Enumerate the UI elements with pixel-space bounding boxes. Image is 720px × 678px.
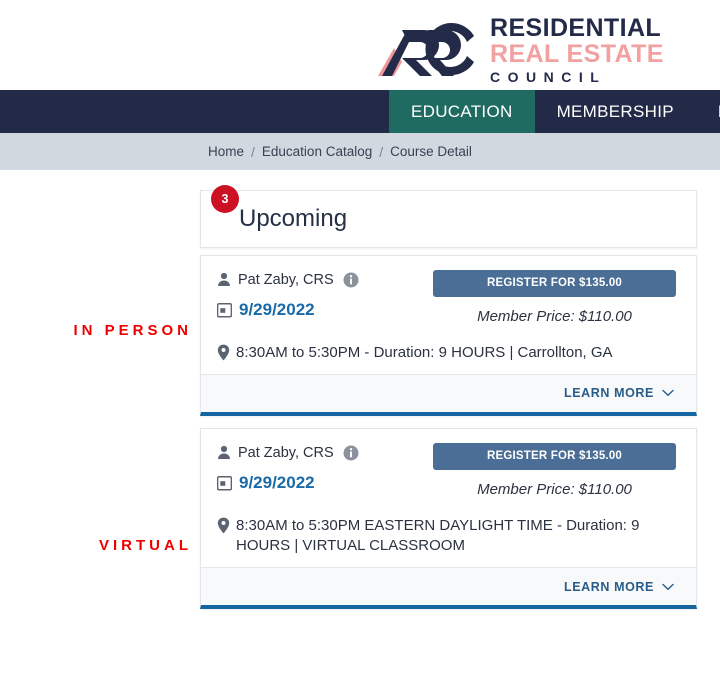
- main-navigation: EDUCATION MEMBERSHIP E: [0, 90, 720, 133]
- calendar-icon: [217, 303, 232, 318]
- breadcrumb-item-course-detail: Course Detail: [390, 144, 472, 159]
- instructor-line: Pat Zaby, CRS: [217, 272, 359, 288]
- session-date: 9/29/2022: [239, 472, 315, 492]
- info-icon[interactable]: [343, 445, 359, 461]
- chevron-down-icon: [662, 389, 674, 397]
- session-date-line: 9/29/2022: [217, 300, 359, 320]
- session-location: 8:30AM to 5:30PM EASTERN DAYLIGHT TIME -…: [236, 516, 640, 555]
- nav-item-education[interactable]: EDUCATION: [389, 90, 535, 133]
- instructor-name: Pat Zaby, CRS: [238, 272, 334, 288]
- session-date-line: 9/29/2022: [217, 473, 359, 493]
- session-location-line: 8:30AM to 5:30PM - Duration: 9 HOURS | C…: [217, 343, 677, 364]
- map-pin-icon: [217, 517, 230, 534]
- course-card-top-row: Pat Zaby, CRS 9/29/2022 REGISTER FOR $13…: [217, 270, 680, 325]
- person-icon: [218, 272, 230, 286]
- calendar-icon: [217, 475, 232, 491]
- session-location-line: 8:30AM to 5:30PM EASTERN DAYLIGHT TIME -…: [217, 516, 677, 557]
- learn-more-label: LEARN MORE: [563, 579, 654, 594]
- person-icon: [218, 445, 230, 459]
- course-sessions-column: 3 Upcoming Pat Zaby, CRS 9/29/2022 REGIS…: [200, 185, 697, 621]
- member-price: Member Price: $110.00: [477, 308, 632, 325]
- page-title: Upcoming: [239, 205, 348, 232]
- learn-more-toggle[interactable]: LEARN MORE: [564, 386, 674, 400]
- logo-line-1: RESIDENTIAL: [490, 14, 662, 42]
- session-date: 9/29/2022: [239, 300, 315, 319]
- course-card-body: Pat Zaby, CRS 9/29/2022 REGISTER FOR $13…: [201, 429, 696, 567]
- nav-item-events[interactable]: E: [696, 90, 720, 133]
- logo-line-3: COUNCIL: [490, 69, 607, 85]
- upcoming-section-header: 3 Upcoming: [200, 185, 697, 248]
- register-button[interactable]: REGISTER FOR $135.00: [433, 270, 676, 297]
- upcoming-count-badge: 3: [211, 185, 239, 213]
- session-location: 8:30AM to 5:30PM - Duration: 9 HOURS | C…: [236, 344, 613, 361]
- member-price: Member Price: $110.00: [477, 480, 632, 498]
- map-pin-icon: [217, 344, 230, 361]
- site-header: RESIDENTIAL REAL ESTATE COUNCIL: [0, 0, 720, 90]
- learn-more-label: LEARN MORE: [563, 386, 654, 401]
- breadcrumb-separator: /: [379, 143, 384, 160]
- chevron-down-icon: [662, 583, 674, 590]
- breadcrumb-item-home[interactable]: Home: [208, 144, 244, 159]
- course-card-pricing: REGISTER FOR $135.00 Member Price: $110.…: [433, 442, 680, 498]
- course-card-details: Pat Zaby, CRS 9/29/2022: [217, 270, 359, 320]
- logo-line-2: REAL ESTATE: [490, 40, 664, 68]
- delivery-label-virtual: VIRTUAL: [99, 537, 192, 554]
- course-card-top-row: Pat Zaby, CRS 9/29/2022 REGISTER FOR $13…: [217, 442, 680, 498]
- page-body: IN PERSON VIRTUAL 3 Upcoming Pat Zaby, C…: [0, 170, 720, 678]
- course-card-pricing: REGISTER FOR $135.00 Member Price: $110.…: [433, 270, 680, 325]
- delivery-label-in-person: IN PERSON: [73, 322, 192, 339]
- course-session-card[interactable]: Pat Zaby, CRS 9/29/2022 REGISTER FOR $13…: [200, 255, 697, 416]
- course-session-card[interactable]: Pat Zaby, CRS 9/29/2022 REGISTER FOR $13…: [200, 427, 697, 610]
- course-card-footer: LEARN MORE: [201, 567, 696, 606]
- instructor-line: Pat Zaby, CRS: [217, 445, 359, 461]
- learn-more-toggle[interactable]: LEARN MORE: [564, 580, 674, 594]
- instructor-name: Pat Zaby, CRS: [238, 444, 334, 461]
- register-button[interactable]: REGISTER FOR $135.00: [433, 442, 676, 470]
- course-card-body: Pat Zaby, CRS 9/29/2022 REGISTER FOR $13…: [201, 256, 696, 374]
- site-logo[interactable]: RESIDENTIAL REAL ESTATE COUNCIL: [372, 14, 664, 84]
- rrc-logo-mark-icon: [378, 23, 474, 76]
- info-icon[interactable]: [343, 272, 359, 288]
- breadcrumb-separator: /: [251, 143, 255, 160]
- course-card-details: Pat Zaby, CRS 9/29/2022: [217, 443, 359, 493]
- breadcrumb-item-education-catalog[interactable]: Education Catalog: [262, 144, 372, 159]
- nav-item-membership[interactable]: MEMBERSHIP: [535, 90, 696, 133]
- breadcrumb: Home / Education Catalog / Course Detail: [0, 133, 720, 170]
- logo-wordmark: RESIDENTIAL REAL ESTATE COUNCIL: [490, 14, 664, 85]
- course-card-footer: LEARN MORE: [201, 373, 696, 412]
